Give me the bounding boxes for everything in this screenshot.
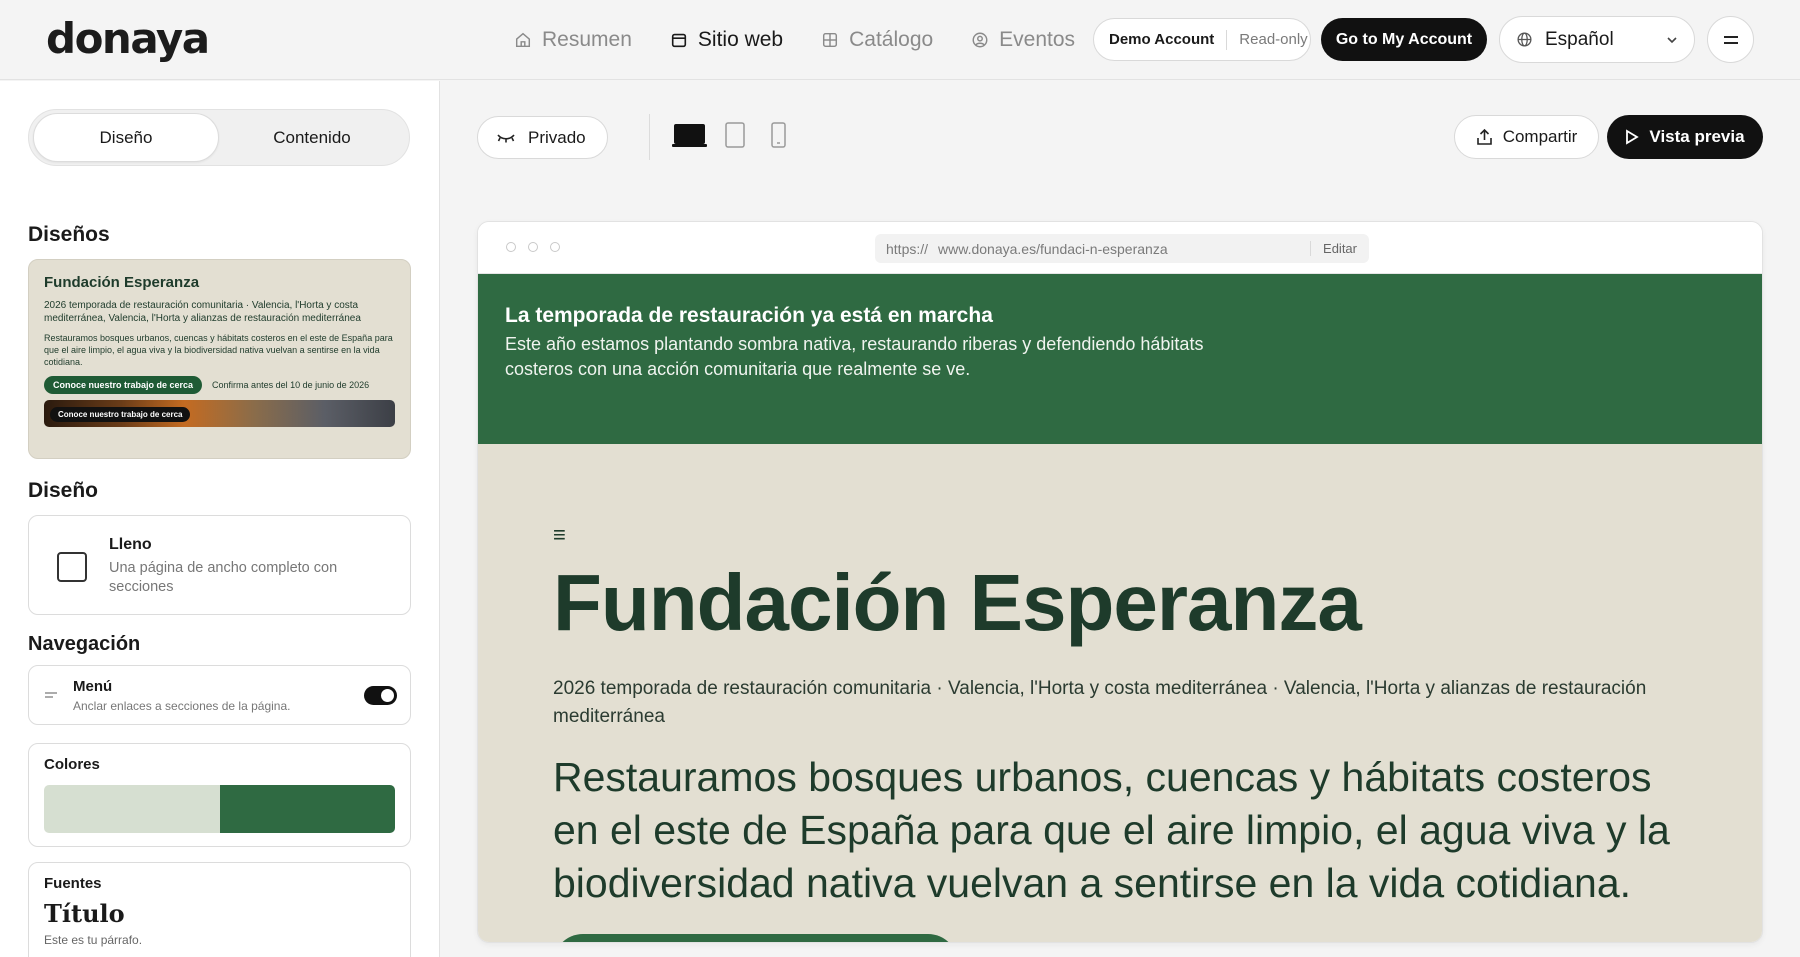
tab-contenido[interactable]: Contenido [219, 113, 405, 162]
play-icon [1626, 129, 1640, 145]
nav-label: Catálogo [849, 28, 934, 51]
privacy-button[interactable]: Privado [477, 116, 608, 159]
site-lead: Restauramos bosques urbanos, cuencas y h… [553, 754, 1670, 906]
eye-closed-icon [497, 133, 515, 142]
menu-toggle[interactable] [364, 686, 397, 705]
menu-button[interactable] [1707, 16, 1754, 63]
site-subtitle: 2026 temporada de restauración comunitar… [553, 678, 1647, 727]
fonts-card[interactable]: Fuentes Título Este es tu párrafo. [28, 862, 411, 957]
tab-diseno[interactable]: Diseño [33, 113, 219, 162]
globe-icon [1517, 32, 1532, 47]
site-title: Fundación Esperanza [553, 558, 1362, 647]
home-icon [515, 32, 531, 48]
nav-resumen[interactable]: Resumen [514, 24, 632, 56]
layout-desc: Una página de ancho completo con seccion… [109, 560, 338, 595]
top-bar: donaya Resumen Sitio web Catálogo Evento… [0, 0, 1800, 80]
swatch-light[interactable] [44, 785, 220, 833]
designs-heading: Diseños [28, 223, 110, 246]
layout-option-lleno[interactable]: Lleno Una página de ancho completo con s… [28, 515, 411, 615]
swatch-dark[interactable] [219, 785, 395, 833]
user-circle-icon [972, 32, 988, 48]
toolbar-divider [649, 114, 650, 160]
font-heading-sample: Título [44, 899, 125, 928]
navigation-heading: Navegación [28, 633, 141, 655]
thumb-deadline: Confirma antes del 10 de junio de 2026 [212, 380, 370, 390]
menu-desc: Anclar enlaces a secciones de la página. [73, 699, 291, 713]
mobile-icon [771, 122, 786, 148]
thumb-title: Fundación Esperanza [44, 274, 200, 291]
nav-label: Eventos [999, 28, 1076, 51]
account-mode: Read-only [1239, 31, 1308, 48]
nav-label: Resumen [542, 28, 632, 51]
colors-card[interactable]: Colores [28, 743, 411, 847]
font-paragraph-sample: Este es tu párrafo. [44, 933, 143, 947]
tablet-icon [725, 122, 745, 148]
design-panel: Diseño Contenido Diseños Fundación Esper… [0, 81, 440, 957]
site-hero: ≡ Fundación Esperanza 2026 temporada de … [478, 444, 1762, 942]
device-desktop-button[interactable] [672, 122, 707, 148]
nav-catalogo[interactable]: Catálogo [821, 24, 933, 56]
share-button[interactable]: Compartir [1454, 115, 1599, 159]
chevron-down-icon [1667, 36, 1677, 43]
hamburger-icon [1723, 35, 1738, 44]
language-value: Español [1545, 28, 1614, 50]
nav-eventos[interactable]: Eventos [971, 24, 1075, 56]
layout-heading: Diseño [28, 479, 99, 502]
device-mobile-button[interactable] [771, 122, 786, 148]
band-title: La temporada de restauración ya está en … [505, 304, 993, 327]
desktop-icon [672, 124, 707, 147]
panel-tabs: Diseño Contenido [28, 109, 410, 166]
url-scheme: https:// [886, 240, 929, 257]
preview-button[interactable]: Vista previa [1607, 115, 1763, 159]
url-bar: https:// www.donaya.es/fundaci-n-esperan… [875, 234, 1369, 263]
nav-label: Sitio web [697, 28, 784, 51]
share-icon [1476, 128, 1492, 145]
logo[interactable]: donaya [46, 14, 210, 63]
language-select[interactable]: Español [1499, 16, 1695, 63]
account-badge: Demo Account Read-only [1093, 18, 1311, 61]
url-host: www.donaya.es/fundaci-n-esperanza [938, 240, 1168, 257]
thumb-body: Restauramos bosques urbanos, cuencas y h… [44, 333, 393, 367]
go-to-my-account-button[interactable]: Go to My Account [1321, 18, 1487, 61]
main-nav: Resumen Sitio web Catálogo Eventos [514, 24, 1075, 56]
thumb-subtitle: 2026 temporada de restauración comunitar… [44, 300, 361, 324]
thumb-cta: Conoce nuestro trabajo de cerca [44, 376, 203, 394]
announcement-band: La temporada de restauración ya está en … [478, 274, 1762, 444]
grid-icon [823, 32, 838, 48]
nav-sitio-web[interactable]: Sitio web [670, 24, 783, 56]
browser-bar: https:// www.donaya.es/fundaci-n-esperan… [478, 222, 1762, 274]
thumb-banner: Conoce nuestro trabajo de cerca [44, 400, 395, 427]
layout-name: Lleno [109, 536, 152, 553]
share-label: Compartir [1502, 127, 1578, 146]
color-swatches[interactable] [44, 785, 395, 833]
menu-name: Menú [73, 678, 113, 695]
device-tablet-button[interactable] [725, 122, 745, 148]
colors-title: Colores [44, 756, 100, 773]
privacy-label: Privado [528, 127, 586, 147]
design-thumbnail[interactable]: Fundación Esperanza 2026 temporada de re… [28, 259, 411, 459]
site-preview-frame: https:// www.donaya.es/fundaci-n-esperan… [477, 221, 1763, 943]
preview-label: Vista previa [1649, 127, 1745, 146]
menu-lines-icon [45, 692, 57, 698]
edit-url-button[interactable]: Editar [1310, 241, 1369, 256]
window-icon [671, 33, 687, 48]
menu-setting: Menú Anclar enlaces a secciones de la pá… [28, 665, 411, 725]
fonts-title: Fuentes [44, 875, 102, 892]
band-text: Este año estamos plantando sombra nativa… [505, 334, 1204, 379]
layout-full-icon [57, 552, 87, 582]
site-cta-button[interactable] [553, 934, 958, 942]
thumb-banner-cta: Conoce nuestro trabajo de cerca [50, 407, 191, 422]
site-menu-icon[interactable]: ≡ [553, 522, 566, 548]
account-name: Demo Account [1094, 29, 1228, 50]
window-dots [506, 242, 560, 252]
